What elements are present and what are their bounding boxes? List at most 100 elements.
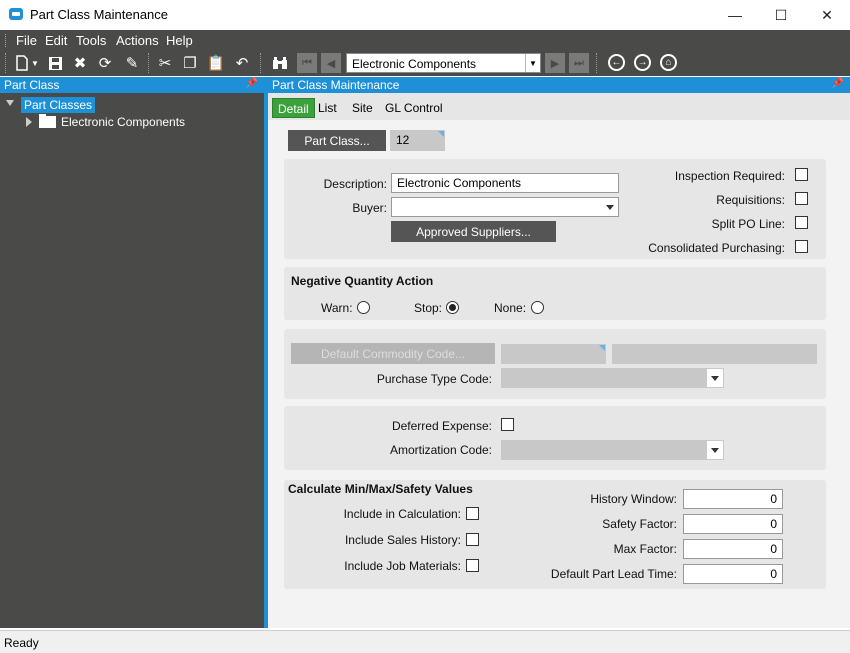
next-record-button[interactable]: ▶ [545,53,565,73]
buyer-label: Buyer: [352,201,387,215]
maximize-button[interactable]: ☐ [758,0,804,30]
negative-quantity-title: Negative Quantity Action [291,274,434,288]
part-class-field[interactable]: 12 [390,130,445,151]
warn-radio[interactable] [357,301,370,314]
menu-actions[interactable]: Actions [116,33,159,48]
calculate-section: Calculate Min/Max/Safety Values Include … [284,480,826,589]
purchase-type-code-combo[interactable] [501,368,724,388]
left-pane-title: Part Class [4,78,60,92]
close-button[interactable]: ✕ [804,0,850,30]
menu-grip [5,34,8,47]
menu-edit[interactable]: Edit [45,33,67,48]
paste-icon[interactable]: 📋 [206,53,226,73]
include-job-materials-label: Include Job Materials: [344,559,461,573]
left-pane: Part Class 📌 Part Classes Electronic Com… [0,77,264,628]
amortization-code-label: Amortization Code: [389,443,492,457]
history-window-input[interactable]: 0 [683,489,783,509]
tab-gl-control[interactable]: GL Control [380,98,448,118]
tree-root-label[interactable]: Part Classes [21,97,96,113]
negative-quantity-section: Negative Quantity Action Warn: Stop: Non… [284,267,826,320]
right-pane-header: Part Class Maintenance 📌 [268,77,850,93]
last-record-button[interactable]: ⏭ [569,53,589,73]
window-title: Part Class Maintenance [30,7,169,22]
toolbar: ▼ ✖ ⟳ ✎ ✂ ❐ 📋 ↶ ⏮ ◀ Electronic Component… [0,50,850,76]
safety-factor-input[interactable]: 0 [683,514,783,534]
amortization-code-combo[interactable] [501,440,724,460]
toolbar-separator [260,53,261,73]
undo-icon[interactable]: ↶ [232,53,252,73]
binoculars-icon[interactable] [270,53,290,73]
home-icon[interactable]: ⌂ [660,54,677,71]
status-bar: Ready [0,630,850,653]
deferred-expense-checkbox[interactable] [501,418,514,431]
status-text: Ready [4,636,39,650]
collapse-arrow-icon[interactable] [26,117,32,127]
new-dropdown-icon[interactable]: ▼ [30,53,40,73]
general-section: Description: Electronic Components Buyer… [284,159,826,259]
tab-detail[interactable]: Detail [272,98,315,118]
delete-icon[interactable]: ✖ [70,53,90,73]
expand-arrow-icon[interactable] [6,100,14,106]
inspection-required-label: Inspection Required: [674,169,785,183]
refresh-icon[interactable]: ⟳ [95,53,115,73]
copy-icon[interactable]: ❐ [180,53,200,73]
save-icon[interactable] [45,53,65,73]
default-part-lead-time-label: Default Part Lead Time: [550,567,677,581]
chevron-down-icon[interactable]: ▼ [525,54,540,72]
stop-radio[interactable] [446,301,459,314]
none-radio[interactable] [531,301,544,314]
none-label: None: [494,301,527,315]
menu-tools[interactable]: Tools [76,33,106,48]
commodity-code-field[interactable] [501,344,606,364]
navigation-combo[interactable]: Electronic Components ▼ [346,53,541,73]
include-in-calculation-checkbox[interactable] [466,507,479,520]
chevron-down-icon[interactable] [707,369,723,387]
commodity-description-field[interactable] [612,344,817,364]
purchase-type-code-label: Purchase Type Code: [376,372,492,386]
chevron-down-icon[interactable] [707,441,723,459]
buyer-combo[interactable] [391,197,619,217]
stop-label: Stop: [414,301,443,315]
split-po-line-label: Split PO Line: [711,217,785,231]
pin-icon[interactable]: 📌 [246,78,258,89]
split-po-line-checkbox[interactable] [795,216,808,229]
toolbar-separator [596,53,597,73]
new-icon[interactable] [12,53,32,73]
approved-suppliers-button[interactable]: Approved Suppliers... [391,221,556,242]
default-part-lead-time-input[interactable]: 0 [683,564,783,584]
tree-item-label[interactable]: Electronic Components [61,115,185,129]
requisitions-checkbox[interactable] [795,192,808,205]
back-icon[interactable]: ← [608,54,625,71]
folder-icon [39,114,56,128]
first-record-button[interactable]: ⏮ [297,53,317,73]
part-class-button[interactable]: Part Class... [288,130,386,151]
field-marker [438,131,444,137]
history-window-label: History Window: [590,492,677,506]
cut-icon[interactable]: ✂ [155,53,175,73]
commodity-section: Default Commodity Code... Purchase Type … [284,329,826,399]
max-factor-input[interactable]: 0 [683,539,783,559]
left-pane-header: Part Class 📌 [0,77,264,93]
menu-bar: File Edit Tools Actions Help [0,30,850,50]
tab-site[interactable]: Site [347,98,378,118]
tab-list[interactable]: List [313,98,342,118]
forward-icon[interactable]: → [634,54,651,71]
include-sales-history-checkbox[interactable] [466,533,479,546]
calculate-title: Calculate Min/Max/Safety Values [288,482,473,496]
max-factor-label: Max Factor: [613,542,677,556]
include-in-calculation-label: Include in Calculation: [343,507,461,521]
minimize-button[interactable]: — [712,0,758,30]
menu-file[interactable]: File [16,33,37,48]
description-input[interactable]: Electronic Components [391,173,619,193]
menu-help[interactable]: Help [166,33,193,48]
description-label: Description: [323,177,387,191]
inspection-required-checkbox[interactable] [795,168,808,181]
previous-record-button[interactable]: ◀ [321,53,341,73]
right-pane: Part Class Maintenance 📌 Detail List Sit… [268,77,850,628]
clear-icon[interactable]: ✎ [122,53,142,73]
pin-icon[interactable]: 📌 [832,78,844,89]
include-sales-history-label: Include Sales History: [344,533,461,547]
include-job-materials-checkbox[interactable] [466,559,479,572]
default-commodity-code-button[interactable]: Default Commodity Code... [291,343,495,364]
consolidated-purchasing-checkbox[interactable] [795,240,808,253]
